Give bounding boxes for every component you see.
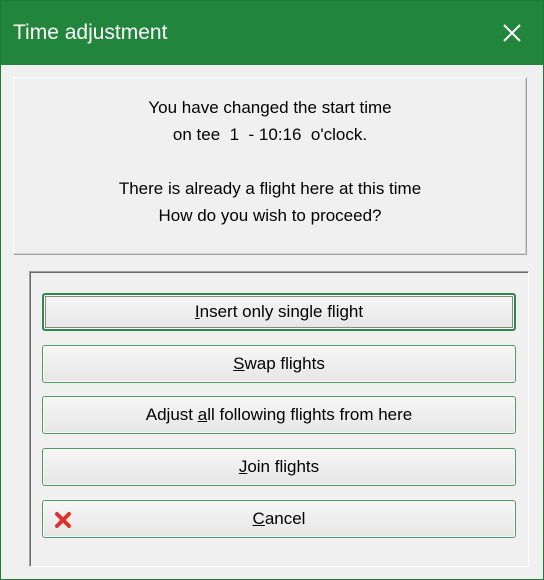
message-line-4: How do you wish to proceed? — [158, 206, 382, 225]
close-button[interactable] — [481, 1, 543, 65]
swap-flights-label: Swap flights — [233, 354, 325, 373]
message-line-3: There is already a flight here at this t… — [118, 179, 422, 198]
title-bar: Time adjustment — [1, 1, 543, 65]
cancel-label: Cancel — [252, 509, 306, 528]
join-flights-label: Join flights — [238, 457, 320, 476]
message-line-1: You have changed the start time — [148, 98, 392, 117]
time-adjustment-dialog: Time adjustment You have changed the sta… — [0, 0, 544, 580]
red-x-cancel-icon — [55, 512, 71, 528]
message-line-2: on tee 1 - 10:16 o'clock. — [172, 125, 368, 144]
swap-flights-button[interactable]: Swap flights — [42, 345, 516, 383]
dialog-title: Time adjustment — [13, 21, 168, 44]
insert-single-flight-button[interactable]: Insert only single flight — [42, 293, 516, 331]
adjust-following-flights-label: Adjust all following flights from here — [145, 405, 413, 424]
message-panel: You have changed the start time on tee 1… — [13, 77, 527, 255]
adjust-following-flights-button[interactable]: Adjust all following flights from here — [42, 396, 516, 434]
cancel-button[interactable]: Cancel — [42, 500, 516, 538]
join-flights-button[interactable]: Join flights — [42, 448, 516, 486]
close-x-icon — [503, 24, 521, 42]
insert-single-flight-label: Insert only single flight — [194, 302, 364, 321]
